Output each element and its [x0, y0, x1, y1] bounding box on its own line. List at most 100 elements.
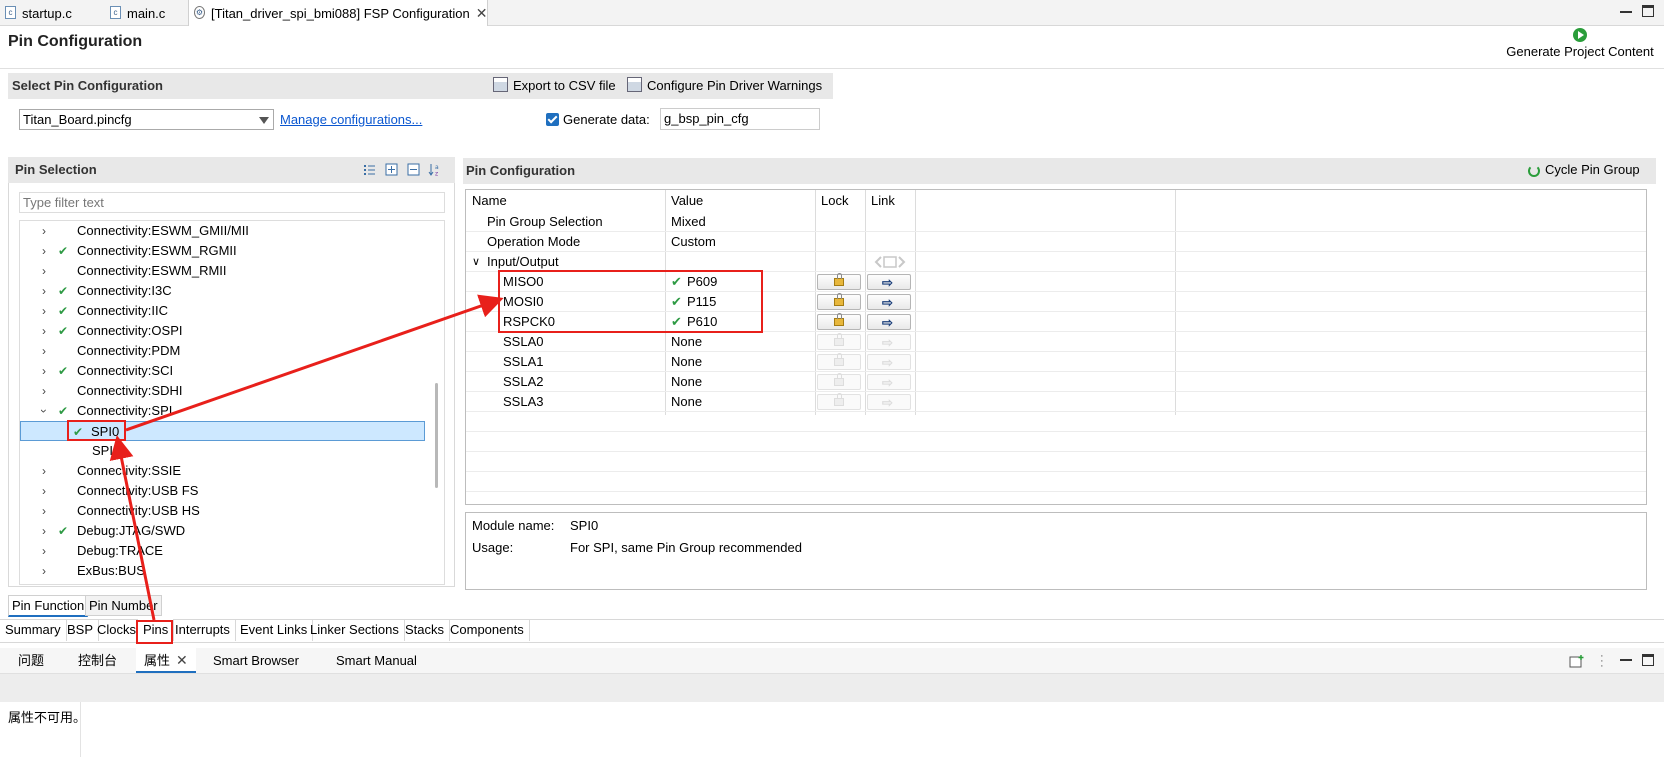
close-icon[interactable]: ✕: [176, 648, 188, 673]
chevron-right-icon[interactable]: ›: [42, 241, 46, 261]
table-row[interactable]: [466, 272, 1646, 292]
chevron-right-icon[interactable]: ›: [42, 221, 46, 241]
row-value[interactable]: None: [671, 352, 702, 372]
pin-config-dropdown[interactable]: Titan_Board.pincfg: [19, 109, 274, 130]
tree-item[interactable]: › ✔ Debug:JTAG/SWD: [20, 521, 425, 541]
table-row[interactable]: [466, 252, 1646, 272]
column-header-value[interactable]: Value: [671, 193, 703, 208]
collapse-all-icon[interactable]: [407, 163, 420, 176]
tree-item[interactable]: › Connectivity:ESWM_GMII/MII: [20, 221, 425, 241]
chevron-right-icon[interactable]: ›: [42, 561, 46, 581]
table-row[interactable]: [466, 292, 1646, 312]
tab-problems[interactable]: 问题: [18, 648, 44, 673]
tree-item[interactable]: › ✔ Connectivity:IIC: [20, 301, 425, 321]
sort-az-icon[interactable]: az: [428, 163, 444, 176]
tree-item[interactable]: › ExBus:BUS: [20, 561, 425, 581]
table-row[interactable]: [466, 212, 1646, 232]
list-icon[interactable]: [363, 163, 376, 176]
tree-item-spi1[interactable]: SPI: [20, 441, 425, 461]
tree-item[interactable]: › Connectivity:ESWM_RMII: [20, 261, 425, 281]
lock-button[interactable]: [817, 273, 861, 290]
tab-stacks[interactable]: Stacks: [400, 619, 451, 641]
chevron-right-icon[interactable]: ›: [42, 481, 46, 501]
row-value[interactable]: P609: [687, 272, 717, 292]
table-row[interactable]: [466, 392, 1646, 412]
tab-smart-browser[interactable]: Smart Browser: [213, 648, 299, 673]
maximize-icon[interactable]: [1642, 5, 1654, 17]
tree-item[interactable]: › Connectivity:SSIE: [20, 461, 425, 481]
expand-all-icon[interactable]: [385, 163, 398, 176]
table-row[interactable]: [466, 352, 1646, 372]
link-button[interactable]: ⇨: [867, 274, 911, 290]
column-header-name[interactable]: Name: [472, 193, 507, 208]
table-row[interactable]: [466, 372, 1646, 392]
tree-item[interactable]: › ✔ Connectivity:SCI: [20, 361, 425, 381]
row-value[interactable]: None: [671, 332, 702, 352]
tab-pin-number[interactable]: Pin Number: [85, 595, 162, 616]
chevron-down-icon[interactable]: ∨: [472, 252, 480, 272]
tab-main-c[interactable]: c main.c: [105, 0, 199, 25]
tab-event-links[interactable]: Event Links: [235, 619, 314, 641]
row-value[interactable]: Custom: [671, 232, 716, 252]
tree-item[interactable]: › ✔ Connectivity:OSPI: [20, 321, 425, 341]
lock-button[interactable]: [817, 313, 861, 330]
tab-fsp-configuration[interactable]: ⚙ [Titan_driver_spi_bmi088] FSP Configur…: [188, 0, 489, 27]
tree-item-spi0[interactable]: ✔ SPI0: [20, 421, 425, 441]
view-menu-icon[interactable]: · · ·: [1600, 651, 1604, 672]
tree-item[interactable]: › Debug:TRACE: [20, 541, 425, 561]
column-header-lock[interactable]: Lock: [821, 193, 848, 208]
cycle-pin-group-button[interactable]: Cycle Pin Group: [1528, 162, 1640, 177]
export-csv-button[interactable]: Export to CSV file: [493, 77, 616, 93]
new-view-icon[interactable]: [1569, 654, 1585, 668]
tree-item-spi[interactable]: › ✔ Connectivity:SPI: [20, 401, 425, 421]
chevron-right-icon[interactable]: ›: [42, 301, 46, 321]
tab-summary[interactable]: Summary: [0, 619, 67, 641]
tree-scrollbar[interactable]: [435, 383, 438, 488]
minimize-icon[interactable]: [1620, 11, 1632, 13]
row-value[interactable]: Mixed: [671, 212, 706, 232]
tab-properties[interactable]: 属性 ✕: [136, 648, 196, 673]
tree-item[interactable]: › Connectivity:USB HS: [20, 501, 425, 521]
tab-pins[interactable]: Pins: [138, 619, 175, 641]
chevron-right-icon[interactable]: ›: [42, 521, 46, 541]
manage-configurations-link[interactable]: Manage configurations...: [280, 112, 422, 127]
generate-data-checkbox[interactable]: [546, 113, 559, 126]
chevron-right-icon[interactable]: ›: [42, 321, 46, 341]
tree-item[interactable]: › ✔ Connectivity:ESWM_RGMII: [20, 241, 425, 261]
chevron-right-icon[interactable]: ›: [42, 381, 46, 401]
tab-linker-sections[interactable]: Linker Sections: [305, 619, 405, 641]
generate-data-input[interactable]: g_bsp_pin_cfg: [660, 108, 820, 130]
chevron-right-icon[interactable]: ›: [42, 261, 46, 281]
chevron-right-icon[interactable]: ›: [42, 341, 46, 361]
tab-interrupts[interactable]: Interrupts: [170, 619, 236, 641]
minimize-icon[interactable]: [1620, 659, 1632, 661]
close-icon[interactable]: ✕: [476, 0, 488, 27]
link-button[interactable]: ⇨: [867, 314, 911, 330]
chevron-right-icon[interactable]: ›: [42, 541, 46, 561]
column-header-link[interactable]: Link: [871, 193, 895, 208]
table-row[interactable]: [466, 332, 1646, 352]
chevron-right-icon[interactable]: ›: [42, 281, 46, 301]
generate-project-content-button[interactable]: Generate Project Content: [1500, 28, 1660, 64]
tab-pin-function[interactable]: Pin Function: [8, 595, 89, 617]
configure-warnings-button[interactable]: Configure Pin Driver Warnings: [627, 77, 822, 93]
maximize-icon[interactable]: [1642, 654, 1654, 666]
chevron-right-icon[interactable]: ›: [42, 461, 46, 481]
chevron-right-icon[interactable]: ›: [42, 361, 46, 381]
tab-startup-c[interactable]: c startup.c: [0, 0, 110, 25]
tab-smart-manual[interactable]: Smart Manual: [336, 648, 417, 673]
table-row[interactable]: [466, 312, 1646, 332]
chevron-right-icon[interactable]: ›: [42, 501, 46, 521]
tree-item[interactable]: › Connectivity:SDHI: [20, 381, 425, 401]
lock-button[interactable]: [817, 293, 861, 310]
tab-clocks[interactable]: Clocks: [92, 619, 143, 641]
row-value[interactable]: None: [671, 372, 702, 392]
row-value[interactable]: P610: [687, 312, 717, 332]
tree-item[interactable]: › Connectivity:USB FS: [20, 481, 425, 501]
tree-item[interactable]: › Connectivity:PDM: [20, 341, 425, 361]
table-row[interactable]: [466, 232, 1646, 252]
row-value[interactable]: None: [671, 392, 702, 412]
tab-console[interactable]: 控制台: [78, 648, 117, 673]
filter-input[interactable]: Type filter text: [19, 192, 445, 213]
chevron-down-icon[interactable]: ›: [34, 409, 54, 413]
